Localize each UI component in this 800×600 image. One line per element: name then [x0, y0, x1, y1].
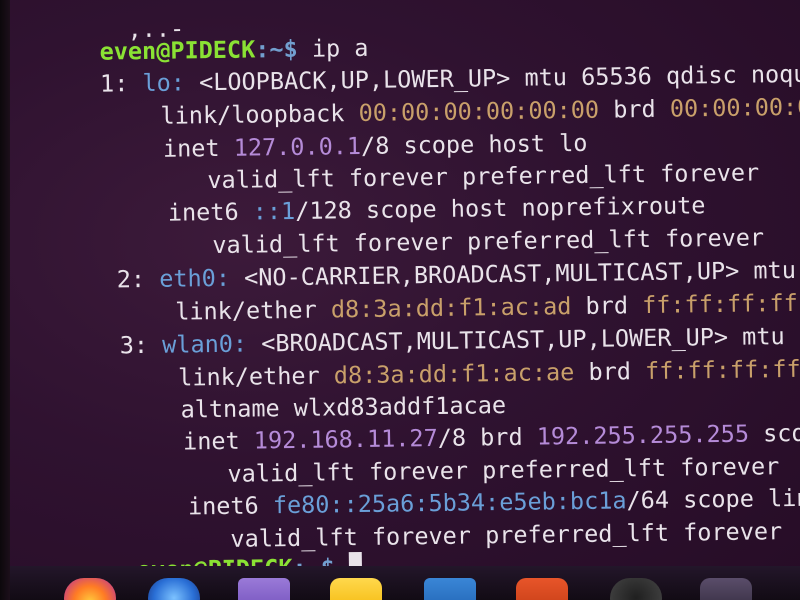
rhythmbox-icon[interactable]: [330, 578, 382, 600]
prompt-line[interactable]: even@PIDECK:~$: [51, 522, 363, 580]
help-icon[interactable]: [610, 578, 662, 600]
altname-line: altname wlxd83addf1acae: [95, 360, 506, 424]
dock: [0, 566, 800, 600]
broadcast-mac: 00:00:00:00:00:00: [669, 91, 800, 123]
thunderbird-icon[interactable]: [148, 578, 200, 600]
screen: ,..- even@PIDECK:~$ ip a 1: lo: <LOOPBAC…: [0, 0, 800, 600]
terminal-window[interactable]: ,..- even@PIDECK:~$ ip a 1: lo: <LOOPBAC…: [0, 0, 800, 580]
firefox-icon[interactable]: [64, 578, 116, 600]
screen-bezel: [0, 0, 10, 600]
broadcast-mac: ff:ff:ff:ff:ff:ff: [644, 353, 800, 386]
brd-label: brd: [574, 357, 646, 387]
libreoffice-writer-icon[interactable]: [424, 578, 476, 600]
inet-lo-line: inet 127.0.0.1/8 scope host lo: [77, 98, 588, 163]
app-center-icon[interactable]: [516, 578, 568, 600]
brd-label: brd: [598, 94, 671, 124]
files-icon[interactable]: [238, 578, 290, 600]
prompt-line: even@PIDECK:~$ ip a: [14, 3, 368, 66]
app-icon[interactable]: [700, 578, 752, 600]
